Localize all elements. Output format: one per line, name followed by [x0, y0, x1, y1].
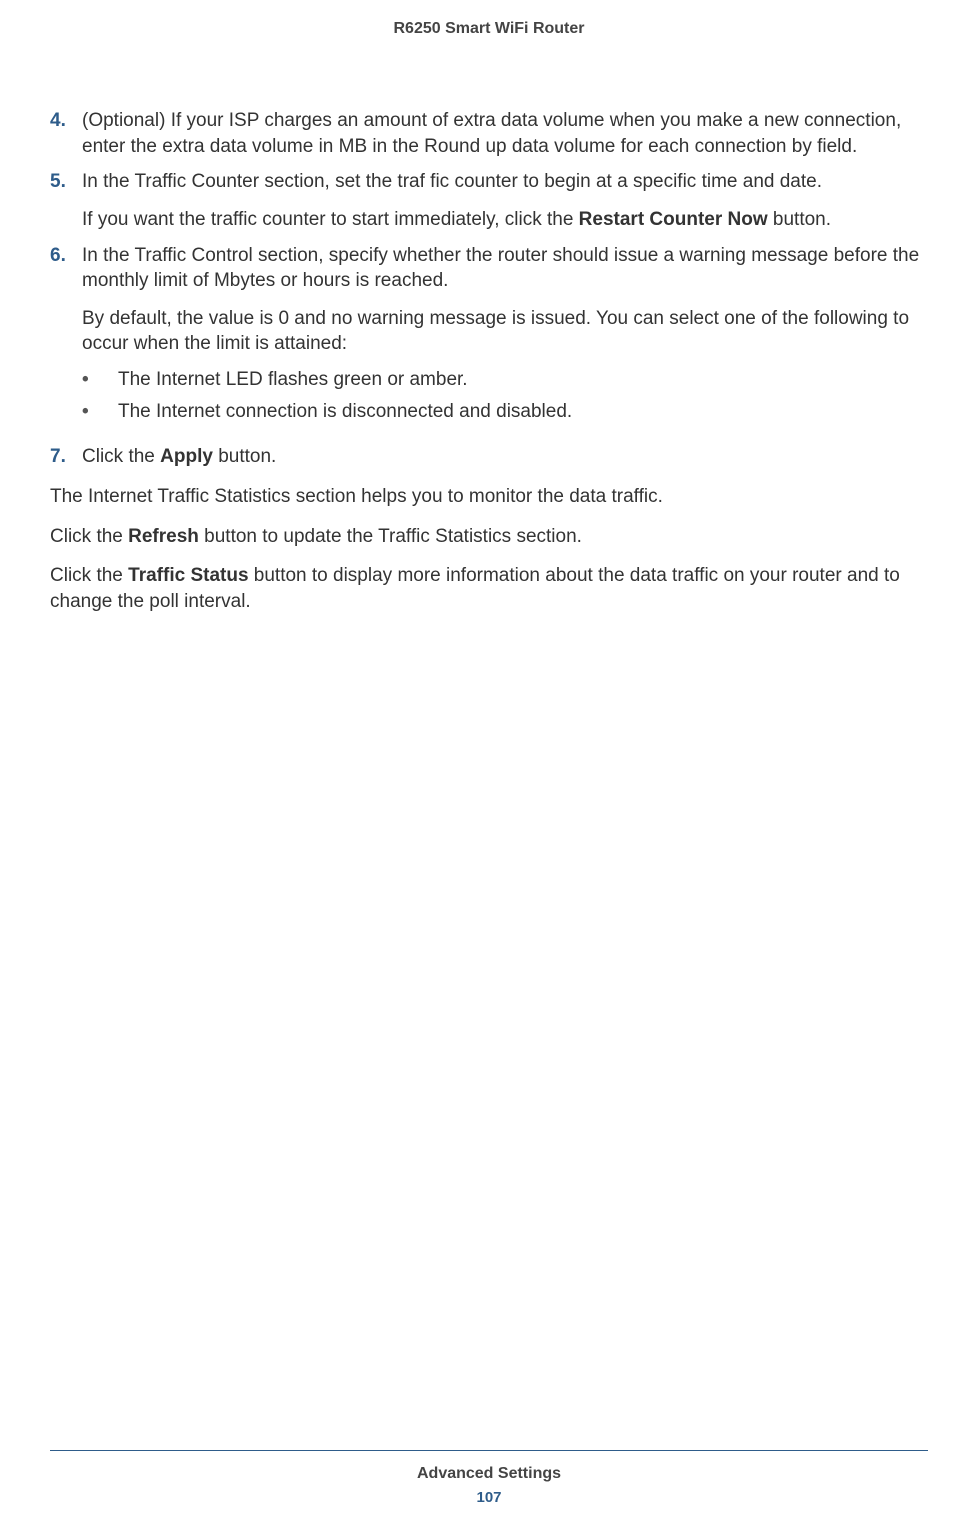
para-post: button.	[768, 209, 831, 230]
step-text-pre: Click the	[82, 446, 160, 467]
step-body: (Optional) If your ISP charges an amount…	[82, 108, 928, 159]
bullet-text: The Internet connection is disconnected …	[118, 399, 928, 425]
bullet-item: • The Internet connection is disconnecte…	[82, 399, 928, 425]
step-4: 4. (Optional) If your ISP charges an amo…	[50, 108, 928, 159]
step-paragraph: If you want the traffic counter to start…	[82, 207, 928, 233]
step-text-bold: Apply	[160, 446, 213, 467]
step-number: 5.	[50, 169, 82, 232]
body-paragraph-2: Click the Refresh button to update the T…	[50, 524, 928, 550]
step-text: (Optional) If your ISP charges an amount…	[82, 110, 901, 157]
footer-section: Advanced Settings	[0, 1465, 978, 1483]
step-number: 7.	[50, 444, 82, 470]
bullet-dot: •	[82, 367, 118, 393]
bullet-list: • The Internet LED flashes green or ambe…	[82, 367, 928, 424]
step-text: In the Traffic Counter section, set the …	[82, 171, 822, 192]
step-6: 6. In the Traffic Control section, speci…	[50, 243, 928, 435]
para-pre: Click the	[50, 565, 128, 586]
footer-page-number: 107	[0, 1489, 978, 1506]
bullet-text: The Internet LED flashes green or amber.	[118, 367, 928, 393]
bullet-dot: •	[82, 399, 118, 425]
step-paragraph: By default, the value is 0 and no warnin…	[82, 306, 928, 357]
para-pre: Click the	[50, 526, 128, 547]
page-content: 4. (Optional) If your ISP charges an amo…	[0, 38, 978, 615]
body-paragraph-3: Click the Traffic Status button to displ…	[50, 563, 928, 614]
step-number: 4.	[50, 108, 82, 159]
step-body: In the Traffic Control section, specify …	[82, 243, 928, 435]
step-number: 6.	[50, 243, 82, 435]
step-text: In the Traffic Control section, specify …	[82, 245, 919, 292]
body-paragraph-1: The Internet Traffic Statistics section …	[50, 484, 928, 510]
footer-divider	[50, 1450, 928, 1451]
step-text-post: button.	[213, 446, 276, 467]
step-body: Click the Apply button.	[82, 444, 928, 470]
header-title: R6250 Smart WiFi Router	[393, 20, 584, 37]
para-bold: Restart Counter Now	[579, 209, 768, 230]
step-7: 7. Click the Apply button.	[50, 444, 928, 470]
page-footer: Advanced Settings 107	[0, 1450, 978, 1506]
para-bold: Traffic Status	[128, 565, 248, 586]
para-bold: Refresh	[128, 526, 199, 547]
para-pre: If you want the traffic counter to start…	[82, 209, 579, 230]
step-body: In the Traffic Counter section, set the …	[82, 169, 928, 232]
page-header: R6250 Smart WiFi Router	[0, 0, 978, 38]
para-post: button to update the Traffic Statistics …	[199, 526, 582, 547]
step-5: 5. In the Traffic Counter section, set t…	[50, 169, 928, 232]
bullet-item: • The Internet LED flashes green or ambe…	[82, 367, 928, 393]
